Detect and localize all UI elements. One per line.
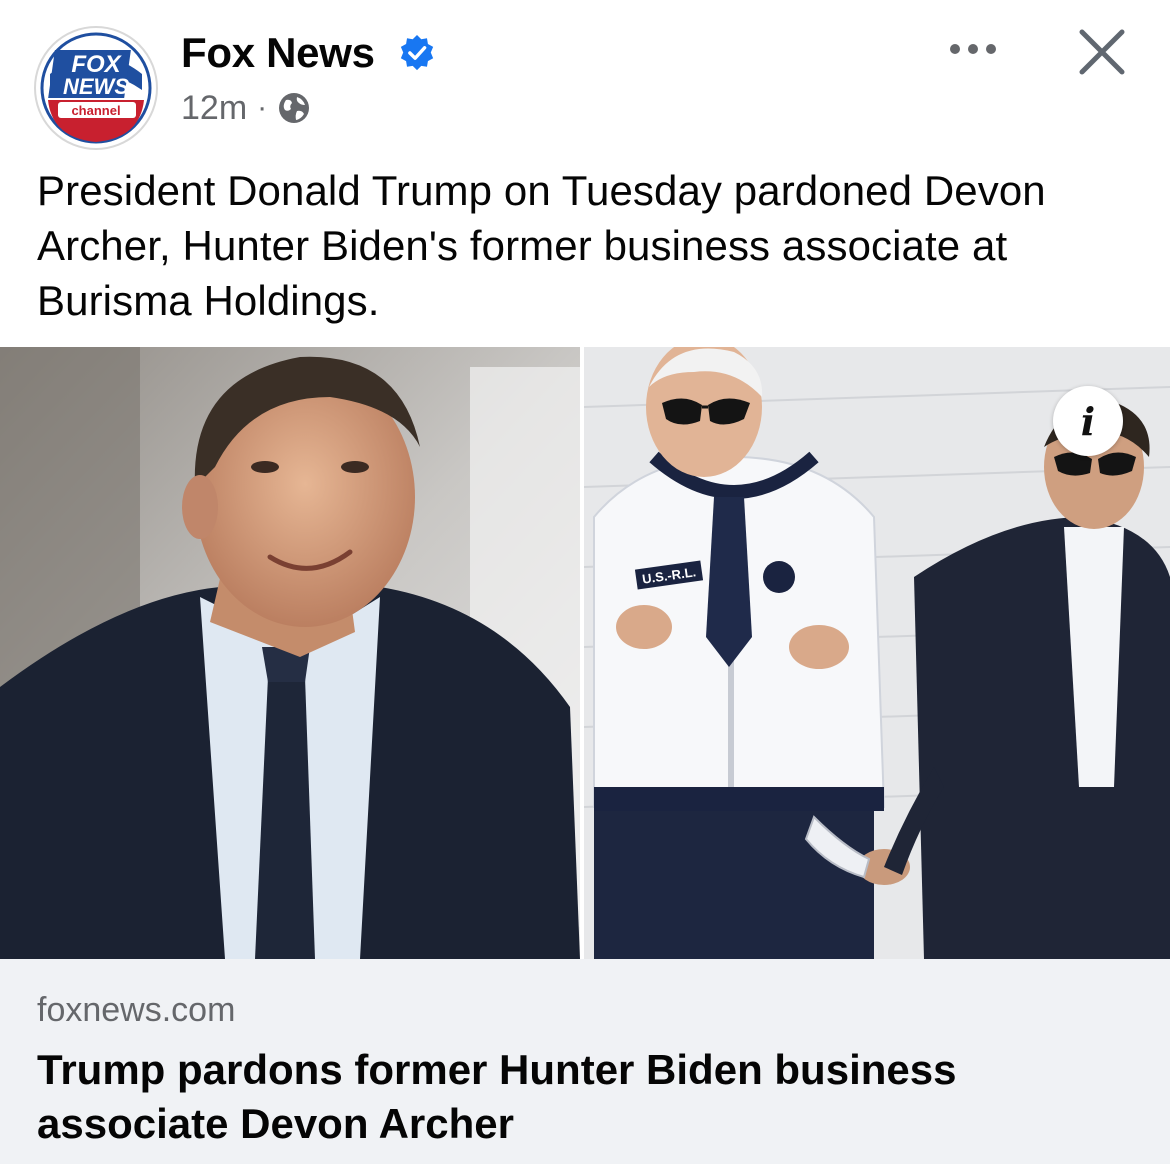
info-icon: i xyxy=(1080,398,1096,444)
photo-devon-archer-image xyxy=(0,347,580,959)
post-text: President Donald Trump on Tuesday pardon… xyxy=(37,167,1046,324)
link-preview-card[interactable]: foxnews.com Trump pardons former Hunter … xyxy=(0,959,1170,1164)
fox-news-logo: FOX NEWS channel xyxy=(39,31,153,145)
logo-text-news: NEWS xyxy=(63,74,129,99)
meta-separator: · xyxy=(257,91,268,124)
photo-devon-archer[interactable] xyxy=(0,347,580,959)
link-title[interactable]: Trump pardons former Hunter Biden busine… xyxy=(37,1043,1137,1151)
page-avatar[interactable]: FOX NEWS channel xyxy=(34,26,158,150)
verified-badge-icon xyxy=(400,34,434,71)
post-header: FOX NEWS channel Fox News 12m · xyxy=(0,0,1170,160)
close-icon[interactable] xyxy=(1070,20,1134,84)
info-button[interactable]: i xyxy=(1053,386,1123,456)
more-dot xyxy=(950,44,960,54)
link-domain: foxnews.com xyxy=(37,991,236,1029)
more-dot xyxy=(968,44,978,54)
post-media[interactable]: U.S.-R.L. i xyxy=(0,347,1170,959)
more-options-button[interactable] xyxy=(938,24,1008,74)
more-dot xyxy=(986,44,996,54)
page-name[interactable]: Fox News xyxy=(181,28,375,78)
post-timestamp[interactable]: 12m xyxy=(181,89,247,128)
post-meta: 12m · xyxy=(181,86,311,130)
logo-text-channel: channel xyxy=(71,103,120,118)
globe-icon xyxy=(279,93,310,123)
